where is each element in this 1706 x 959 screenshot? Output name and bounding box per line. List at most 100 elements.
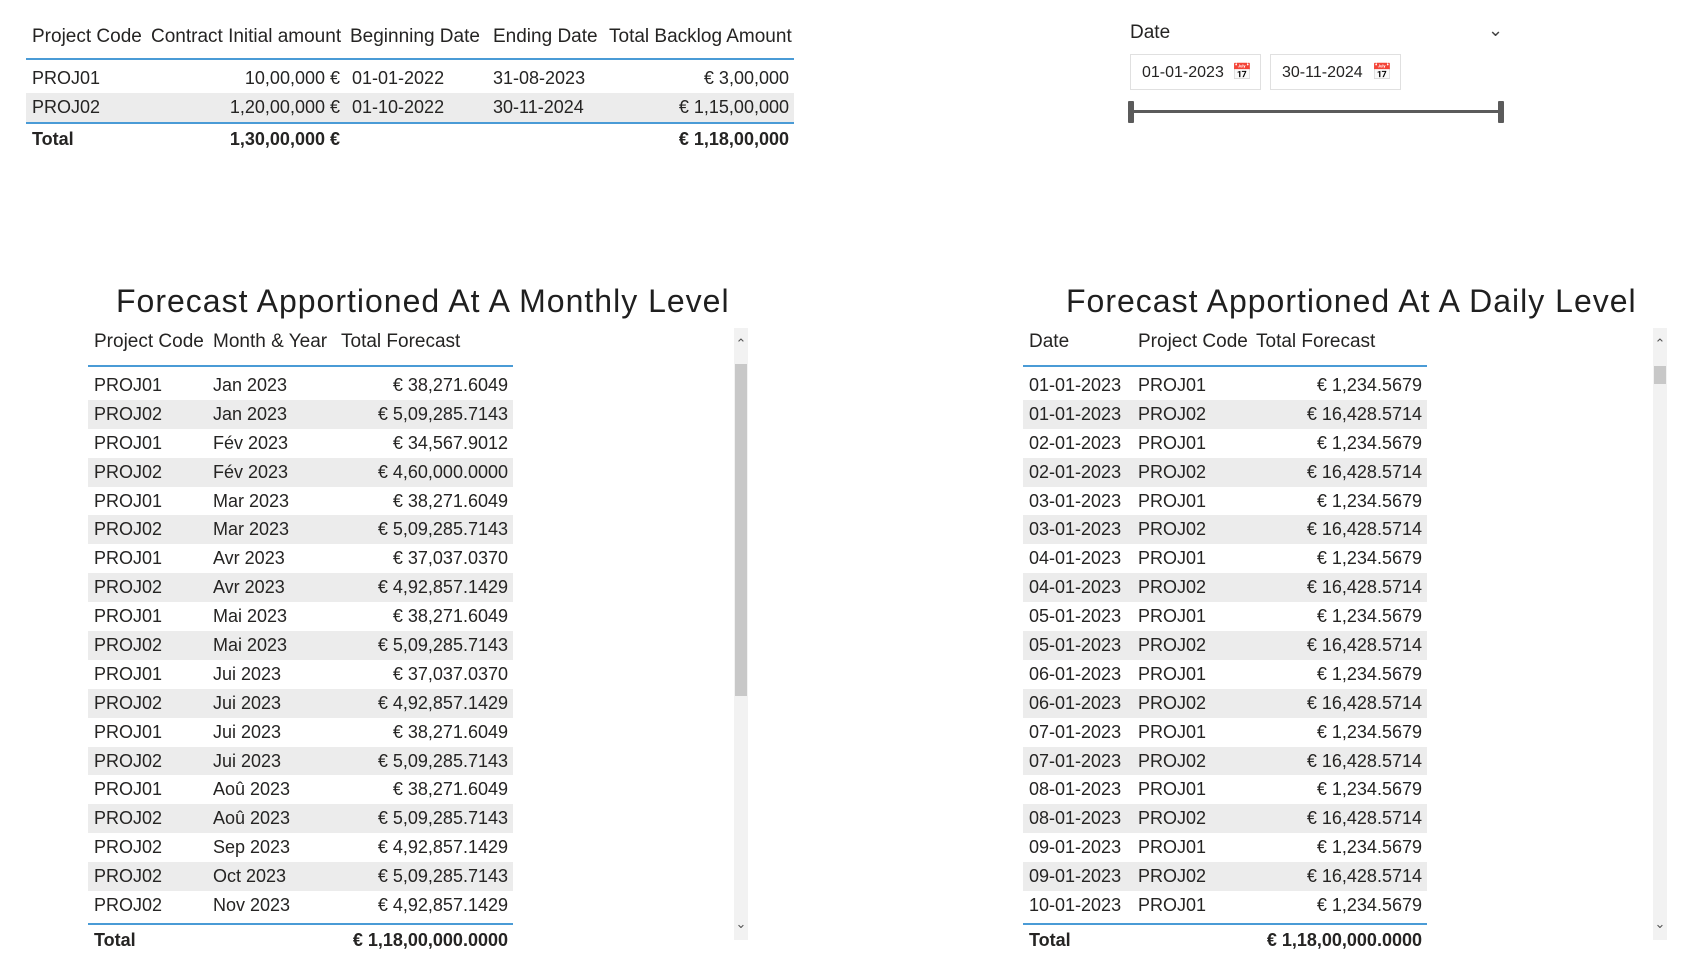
cell-date: 01-01-2023 <box>1029 403 1122 424</box>
cell-date: 05-01-2023 <box>1029 606 1122 627</box>
table-row[interactable]: PROJ01 10,00,000 € 01-01-2022 31-08-2023… <box>26 64 794 93</box>
table-row[interactable]: PROJ02 Fév 2023 € 4,60,000.0000 <box>88 457 513 487</box>
table-row[interactable]: 04-01-2023 PROJ02 € 16,428.5714 <box>1023 573 1427 603</box>
col-header-project-code[interactable]: Project Code <box>1138 331 1248 353</box>
cell-month-year: Oct 2023 <box>213 866 287 887</box>
table-row[interactable]: PROJ01 Avr 2023 € 37,037.0370 <box>88 544 513 573</box>
table-row[interactable]: PROJ02 Jan 2023 € 5,09,285.7143 <box>88 399 513 429</box>
table-row[interactable]: PROJ01 Jui 2023 € 37,037.0370 <box>88 660 513 689</box>
daily-scrollbar[interactable]: ⌃ ⌄ <box>1653 328 1667 940</box>
scroll-down-icon[interactable]: ⌄ <box>1653 916 1667 932</box>
table-row[interactable]: PROJ02 Nov 2023 € 4,92,857.1429 <box>88 891 513 920</box>
cell-month-year: Nov 2023 <box>213 895 291 916</box>
scrollbar-thumb[interactable] <box>735 364 747 696</box>
calendar-icon[interactable]: 📅 <box>1372 55 1392 91</box>
end-date-input[interactable]: 30-11-2024 📅 <box>1270 54 1401 90</box>
table-row[interactable]: PROJ02 1,20,00,000 € 01-10-2022 30-11-20… <box>26 93 794 122</box>
scroll-up-icon[interactable]: ⌃ <box>734 336 748 352</box>
cell-contract-amount: 10,00,000 € <box>244 68 340 88</box>
table-row[interactable]: 10-01-2023 PROJ01 € 1,234.5679 <box>1023 891 1427 920</box>
table-row[interactable]: 05-01-2023 PROJ01 € 1,234.5679 <box>1023 602 1427 631</box>
cell-project-code: PROJ01 <box>94 548 163 569</box>
table-row[interactable]: 06-01-2023 PROJ02 € 16,428.5714 <box>1023 688 1427 718</box>
cell-total-forecast: € 16,428.5714 <box>1306 750 1422 771</box>
monthly-table-header: Project Code Month & Year Total Forecast <box>88 325 513 367</box>
monthly-scrollbar[interactable]: ⌃ ⌄ <box>734 328 748 940</box>
table-row[interactable]: 07-01-2023 PROJ02 € 16,428.5714 <box>1023 746 1427 776</box>
chevron-down-icon[interactable]: ⌄ <box>1488 20 1503 41</box>
table-row[interactable]: 02-01-2023 PROJ01 € 1,234.5679 <box>1023 429 1427 458</box>
cell-contract-amount: 1,20,00,000 € <box>229 97 340 117</box>
table-row[interactable]: PROJ02 Jui 2023 € 4,92,857.1429 <box>88 688 513 718</box>
table-row[interactable]: 09-01-2023 PROJ02 € 16,428.5714 <box>1023 862 1427 892</box>
total-contract-amount: 1,30,00,000 € <box>229 129 340 149</box>
col-header-project-code[interactable]: Project Code <box>94 331 204 353</box>
col-header-project-code[interactable]: Project Code <box>32 26 142 48</box>
table-row[interactable]: 03-01-2023 PROJ02 € 16,428.5714 <box>1023 515 1427 545</box>
slider-start-handle[interactable] <box>1128 101 1134 123</box>
table-row[interactable]: 08-01-2023 PROJ01 € 1,234.5679 <box>1023 775 1427 804</box>
scrollbar-thumb[interactable] <box>1654 366 1666 384</box>
cell-month-year: Aoû 2023 <box>213 779 291 800</box>
table-row[interactable]: PROJ02 Jui 2023 € 5,09,285.7143 <box>88 746 513 776</box>
col-header-ending-date[interactable]: Ending Date <box>493 26 598 48</box>
cell-beginning-date: 01-01-2022 <box>352 68 445 88</box>
table-row[interactable]: PROJ01 Mar 2023 € 38,271.6049 <box>88 487 513 516</box>
table-row[interactable]: 01-01-2023 PROJ02 € 16,428.5714 <box>1023 399 1427 429</box>
col-header-total-forecast[interactable]: Total Forecast <box>341 331 460 353</box>
table-row[interactable]: 04-01-2023 PROJ01 € 1,234.5679 <box>1023 544 1427 573</box>
cell-month-year: Jan 2023 <box>213 375 288 395</box>
cell-date: 06-01-2023 <box>1029 692 1122 713</box>
calendar-icon[interactable]: 📅 <box>1232 55 1252 91</box>
cell-month-year: Fév 2023 <box>213 461 289 482</box>
cell-project-code: PROJ01 <box>1138 375 1207 395</box>
col-header-date[interactable]: Date <box>1029 331 1069 353</box>
col-header-month-year[interactable]: Month & Year <box>213 331 327 353</box>
start-date-input[interactable]: 01-01-2023 📅 <box>1130 54 1261 90</box>
cell-total-forecast: € 5,09,285.7143 <box>377 519 508 540</box>
col-header-contract-initial-amount[interactable]: Contract Initial amount <box>151 26 341 48</box>
date-range-slider-track[interactable] <box>1130 110 1502 113</box>
table-row[interactable]: PROJ02 Oct 2023 € 5,09,285.7143 <box>88 862 513 892</box>
table-row[interactable]: PROJ02 Aoû 2023 € 5,09,285.7143 <box>88 804 513 834</box>
cell-total-forecast: € 38,271.6049 <box>392 375 508 395</box>
table-row[interactable]: PROJ01 Mai 2023 € 38,271.6049 <box>88 602 513 631</box>
table-row[interactable]: 02-01-2023 PROJ02 € 16,428.5714 <box>1023 457 1427 487</box>
table-row[interactable]: PROJ02 Avr 2023 € 4,92,857.1429 <box>88 573 513 603</box>
table-row[interactable]: 07-01-2023 PROJ01 € 1,234.5679 <box>1023 718 1427 747</box>
cell-total-forecast: € 1,234.5679 <box>1316 837 1422 858</box>
table-row[interactable]: PROJ01 Fév 2023 € 34,567.9012 <box>88 429 513 458</box>
cell-date: 09-01-2023 <box>1029 866 1122 887</box>
table-row[interactable]: 03-01-2023 PROJ01 € 1,234.5679 <box>1023 487 1427 516</box>
slider-end-handle[interactable] <box>1498 101 1504 123</box>
cell-backlog-amount: € 1,15,00,000 <box>678 97 789 117</box>
scroll-up-icon[interactable]: ⌃ <box>1653 336 1667 352</box>
table-row[interactable]: 05-01-2023 PROJ02 € 16,428.5714 <box>1023 631 1427 660</box>
col-header-total-forecast[interactable]: Total Forecast <box>1256 331 1375 353</box>
table-row[interactable]: PROJ02 Mar 2023 € 5,09,285.7143 <box>88 515 513 545</box>
col-header-total-backlog-amount[interactable]: Total Backlog Amount <box>609 26 792 48</box>
table-row[interactable]: PROJ01 Jui 2023 € 38,271.6049 <box>88 718 513 747</box>
cell-total-forecast: € 37,037.0370 <box>392 663 508 684</box>
table-row[interactable]: PROJ01 Jan 2023 € 38,271.6049 <box>88 371 513 400</box>
cell-date: 03-01-2023 <box>1029 519 1122 540</box>
cell-total-forecast: € 1,234.5679 <box>1316 606 1422 627</box>
table-row[interactable]: 01-01-2023 PROJ01 € 1,234.5679 <box>1023 371 1427 400</box>
table-row[interactable]: PROJ02 Mai 2023 € 5,09,285.7143 <box>88 631 513 660</box>
table-row[interactable]: PROJ01 Aoû 2023 € 38,271.6049 <box>88 775 513 804</box>
col-header-beginning-date[interactable]: Beginning Date <box>350 26 480 48</box>
cell-total-forecast: € 5,09,285.7143 <box>377 750 508 771</box>
table-row[interactable]: 08-01-2023 PROJ02 € 16,428.5714 <box>1023 804 1427 834</box>
cell-date: 09-01-2023 <box>1029 837 1122 858</box>
cell-date: 08-01-2023 <box>1029 808 1122 829</box>
cell-project-code: PROJ01 <box>94 432 163 453</box>
cell-project-code: PROJ02 <box>1138 635 1207 656</box>
scroll-down-icon[interactable]: ⌄ <box>734 916 748 932</box>
table-row[interactable]: PROJ02 Sep 2023 € 4,92,857.1429 <box>88 833 513 862</box>
cell-month-year: Jan 2023 <box>213 403 288 424</box>
table-row[interactable]: 06-01-2023 PROJ01 € 1,234.5679 <box>1023 660 1427 689</box>
cell-project-code: PROJ02 <box>94 895 163 916</box>
cell-month-year: Sep 2023 <box>213 837 291 858</box>
table-row[interactable]: 09-01-2023 PROJ01 € 1,234.5679 <box>1023 833 1427 862</box>
cell-total-forecast: € 34,567.9012 <box>392 432 508 453</box>
